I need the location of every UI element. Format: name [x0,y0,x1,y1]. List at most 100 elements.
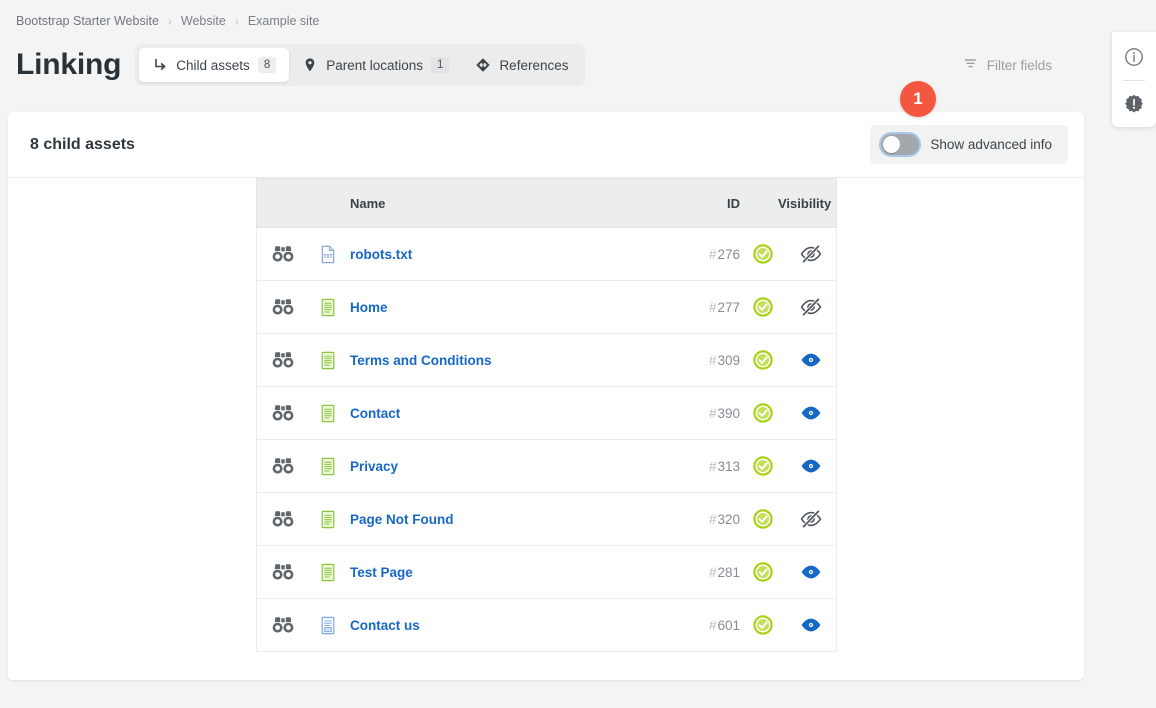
asset-visibility-cell[interactable] [778,439,837,493]
column-header-type [310,178,346,228]
asset-id-value: 390 [717,405,740,421]
eye-icon[interactable] [800,352,822,368]
tab-child-assets[interactable]: Child assets 8 [139,48,290,82]
asset-name-link[interactable]: robots.txt [350,247,412,262]
table-header-row: Name ID Visibility [255,178,837,228]
binoculars-icon[interactable] [272,457,294,475]
eye-off-icon[interactable] [800,510,822,528]
child-assets-card: 1 8 child assets Show advanced info Name… [8,81,1084,680]
filter-icon [963,56,978,74]
table-row[interactable]: Terms and Conditions #309 [255,333,837,387]
asset-type-cell [310,598,346,652]
asset-id-prefix: # [708,405,717,421]
asset-id-value: 281 [717,564,740,580]
watch-asset-button[interactable] [255,333,310,387]
page-icon [319,563,337,582]
card-header: 8 child assets Show advanced info [8,112,1084,178]
column-header-status [748,178,778,228]
eye-off-icon[interactable] [800,298,822,316]
asset-visibility-cell[interactable] [778,545,837,599]
info-circle-icon[interactable] [1121,44,1147,70]
asset-id-cell: #601 [674,598,748,652]
binoculars-icon[interactable] [272,616,294,634]
asset-name-cell: Privacy [346,439,674,493]
eye-icon[interactable] [800,564,822,580]
tab-count-badge: 8 [257,56,277,74]
watch-asset-button[interactable] [255,545,310,599]
asset-visibility-cell[interactable] [778,492,837,546]
asset-name-link[interactable]: Home [350,300,388,315]
breadcrumb-separator: › [234,12,239,30]
assets-table-area: Name ID Visibility TXT robots.txt #276 H… [8,178,1084,652]
toggle-switch[interactable] [881,134,920,155]
binoculars-icon[interactable] [272,563,294,581]
eye-icon[interactable] [800,458,822,474]
asset-id-prefix: # [708,458,717,474]
binoculars-icon[interactable] [272,298,294,316]
asset-id-cell: #276 [674,227,748,281]
tab-parent-locations[interactable]: Parent locations 1 [289,48,462,82]
asset-name-link[interactable]: Contact us [350,618,420,633]
asset-status-cell [748,386,778,440]
asset-status-cell [748,439,778,493]
tool-panel-divider [1123,80,1145,81]
child-assets-table: Name ID Visibility TXT robots.txt #276 H… [255,178,837,652]
asset-id-value: 313 [717,458,740,474]
watch-asset-button[interactable] [255,280,310,334]
column-header-name: Name [346,178,674,228]
asset-name-cell: Terms and Conditions [346,333,674,387]
binoculars-icon[interactable] [272,404,294,422]
asset-status-cell [748,545,778,599]
asset-visibility-cell[interactable] [778,598,837,652]
asset-visibility-cell[interactable] [778,333,837,387]
watch-asset-button[interactable] [255,598,310,652]
asset-name-link[interactable]: Terms and Conditions [350,353,492,368]
asset-name-link[interactable]: Page Not Found [350,512,454,527]
asset-visibility-cell[interactable] [778,227,837,281]
table-row[interactable]: Home #277 [255,280,837,334]
watch-asset-button[interactable] [255,386,310,440]
filter-fields-label: Filter fields [986,57,1052,73]
tab-references[interactable]: References [462,48,581,82]
table-row[interactable]: Privacy #313 [255,439,837,493]
table-row[interactable]: TXT robots.txt #276 [255,227,837,281]
show-advanced-info-toggle[interactable]: Show advanced info [870,125,1068,164]
binoculars-icon[interactable] [272,245,294,263]
page-icon [319,404,337,423]
breadcrumb-item-example-site[interactable]: Example site [248,14,320,28]
asset-status-cell [748,333,778,387]
watch-asset-button[interactable] [255,439,310,493]
binoculars-icon[interactable] [272,351,294,369]
asset-name-cell: robots.txt [346,227,674,281]
table-row[interactable]: Contact us #601 [255,598,837,652]
asset-name-link[interactable]: Contact [350,406,400,421]
check-circle-icon [752,349,774,371]
column-header-id: ID [674,178,748,228]
alert-badge-icon[interactable] [1121,91,1147,117]
breadcrumb: Bootstrap Starter Website › Website › Ex… [0,0,1156,32]
table-row[interactable]: Page Not Found #320 [255,492,837,546]
asset-visibility-cell[interactable] [778,280,837,334]
map-pin-icon [302,57,318,73]
eye-off-icon[interactable] [800,245,822,263]
eye-icon[interactable] [800,617,822,633]
asset-type-cell [310,439,346,493]
watch-asset-button[interactable] [255,492,310,546]
asset-name-link[interactable]: Privacy [350,459,398,474]
check-circle-icon [752,402,774,424]
table-row[interactable]: Test Page #281 [255,545,837,599]
breadcrumb-item-root[interactable]: Bootstrap Starter Website [16,14,159,28]
asset-id-cell: #277 [674,280,748,334]
eye-icon[interactable] [800,405,822,421]
asset-id-cell: #313 [674,439,748,493]
asset-name-link[interactable]: Test Page [350,565,413,580]
binoculars-icon[interactable] [272,510,294,528]
watch-asset-button[interactable] [255,227,310,281]
asset-type-cell [310,545,346,599]
check-circle-icon [752,508,774,530]
svg-text:TXT: TXT [323,254,332,260]
asset-visibility-cell[interactable] [778,386,837,440]
asset-status-cell [748,227,778,281]
table-row[interactable]: Contact #390 [255,386,837,440]
breadcrumb-item-website[interactable]: Website [181,14,226,28]
